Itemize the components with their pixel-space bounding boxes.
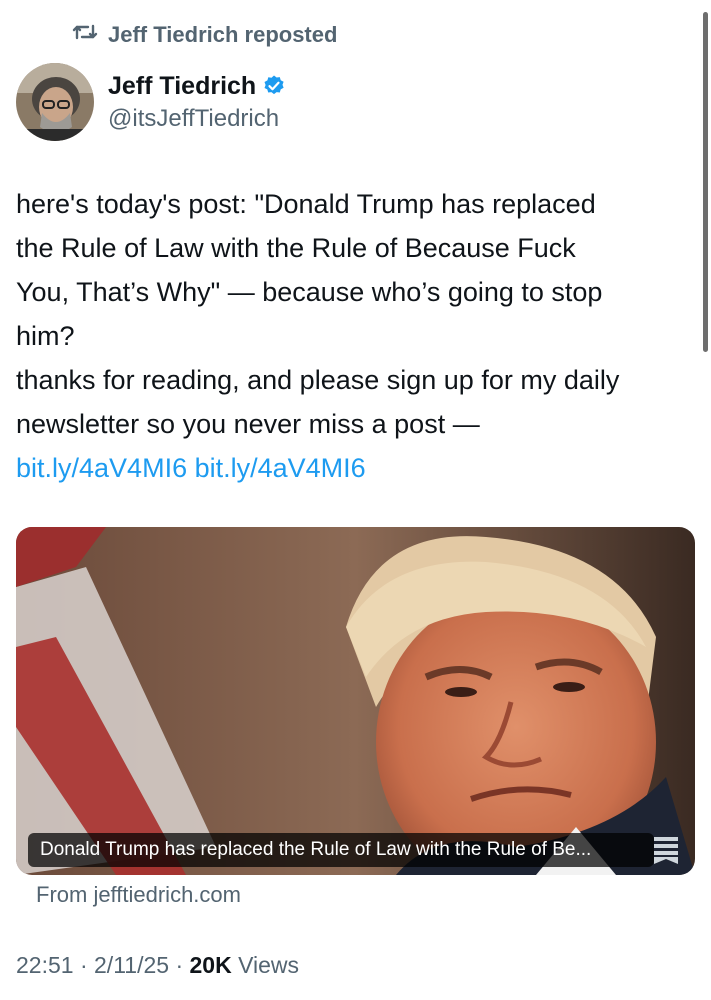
post-meta: 22:51 · 2/11/25 · 20K Views xyxy=(16,952,300,978)
post-text-line: the Rule of Law with the Rule of Because… xyxy=(16,233,576,263)
post-time[interactable]: 22:51 xyxy=(16,952,74,978)
card-source[interactable]: From jefftiedrich.com xyxy=(36,882,241,908)
post-header: Jeff Tiedrich @itsJeffTiedrich xyxy=(16,62,691,142)
post-text-line: here's today's post: "Donald Trump has r… xyxy=(16,189,596,219)
verified-badge-icon xyxy=(262,74,286,98)
card-title: Donald Trump has replaced the Rule of La… xyxy=(28,833,654,867)
scrollbar[interactable] xyxy=(703,12,708,352)
post-text-line: newsletter so you never miss a post — xyxy=(16,409,480,439)
bookmark-icon[interactable] xyxy=(649,833,683,867)
link-preview-card[interactable]: Donald Trump has replaced the Rule of La… xyxy=(16,527,695,875)
repost-icon xyxy=(72,21,98,49)
card-image xyxy=(16,527,695,875)
repost-indicator[interactable]: Jeff Tiedrich reposted xyxy=(72,20,337,50)
post-date[interactable]: 2/11/25 xyxy=(94,952,169,978)
repost-label: Jeff Tiedrich reposted xyxy=(108,22,338,47)
author-name[interactable]: Jeff Tiedrich xyxy=(108,72,256,101)
avatar[interactable] xyxy=(16,63,94,141)
post-link[interactable]: bit.ly/4aV4MI6 xyxy=(195,453,366,483)
author-handle[interactable]: @itsJeffTiedrich xyxy=(108,105,286,133)
post-text: here's today's post: "Donald Trump has r… xyxy=(16,182,690,490)
post-text-line: You, That’s Why" — because who’s going t… xyxy=(16,277,603,307)
views-count: 20K xyxy=(189,952,232,978)
views-label: Views xyxy=(238,952,300,978)
post-link[interactable]: bit.ly/4aV4MI6 xyxy=(16,453,187,483)
post-text-line: thanks for reading, and please sign up f… xyxy=(16,365,620,395)
post-text-line: him? xyxy=(16,321,75,351)
